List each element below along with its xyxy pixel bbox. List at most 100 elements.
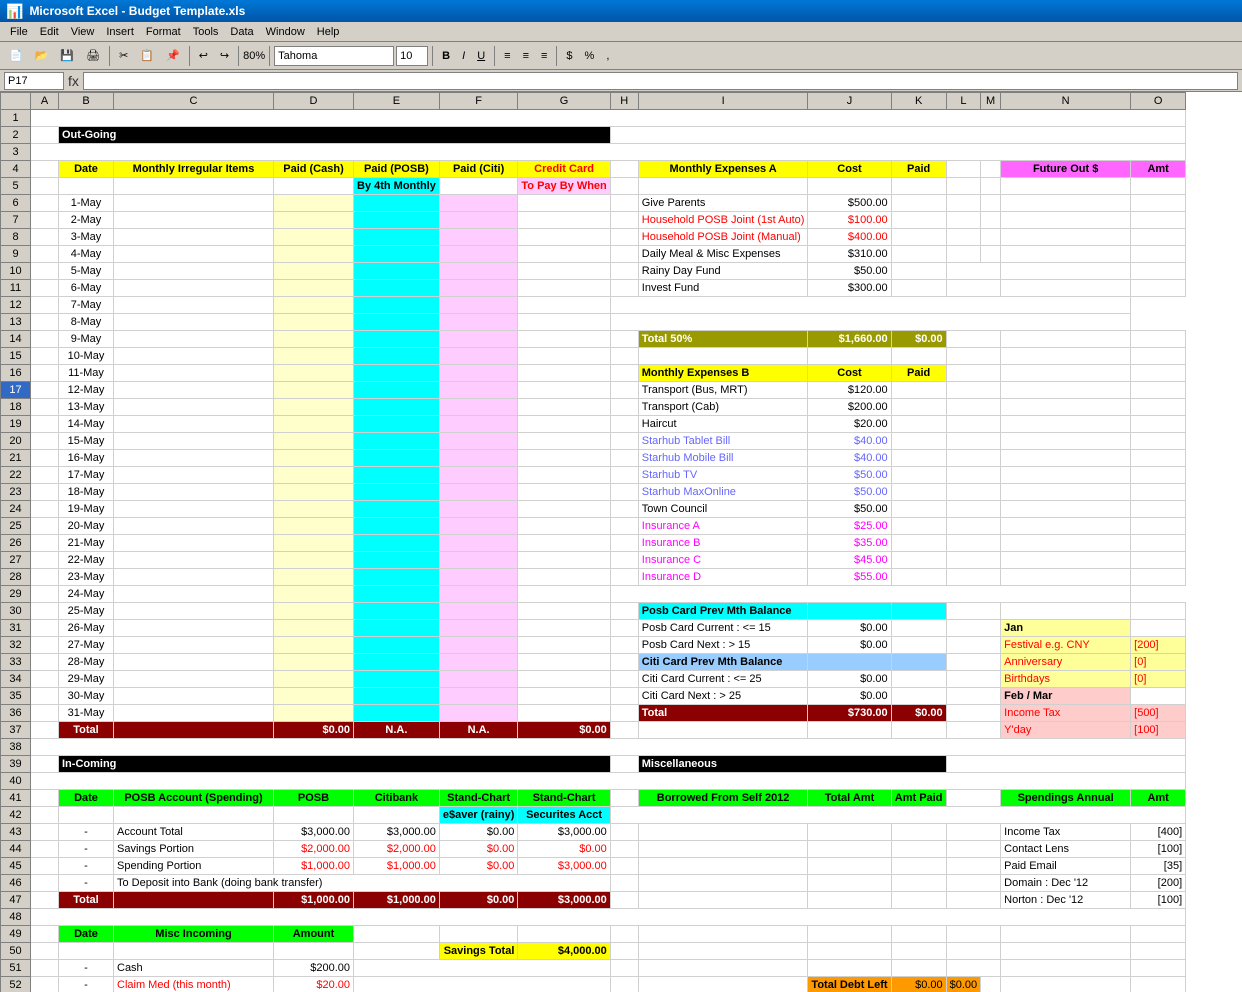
r37f[interactable]: N.A. [439,722,518,739]
r47k[interactable] [891,892,946,909]
r29-date[interactable]: 24-May [59,586,114,603]
r37h[interactable] [610,722,638,739]
r32c[interactable] [114,637,274,654]
r8a[interactable] [31,229,59,246]
r16c[interactable] [114,365,274,382]
r28c[interactable] [114,569,274,586]
r28k[interactable] [891,569,946,586]
r10a[interactable] [31,263,59,280]
r25o[interactable] [1131,518,1186,535]
r41-stand-chart1[interactable]: Stand-Chart [439,790,518,807]
r51-dash[interactable]: - [59,960,114,977]
r31d[interactable] [274,620,354,637]
r46n-domain[interactable]: Domain : Dec '12 [1001,875,1131,892]
r34e[interactable] [354,671,440,688]
r28h[interactable] [610,569,638,586]
r49h[interactable] [610,926,638,943]
r45n-paid-email[interactable]: Paid Email [1001,858,1131,875]
r46j[interactable] [808,875,891,892]
r15d[interactable] [274,348,354,365]
r47g[interactable]: $3,000.00 [518,892,610,909]
r26c[interactable] [114,535,274,552]
rh-14[interactable]: 14 [1,331,31,348]
r11a[interactable] [31,280,59,297]
r19a[interactable] [31,416,59,433]
r6o[interactable] [1131,195,1186,212]
r9d[interactable] [274,246,354,263]
r52h[interactable] [610,977,638,992]
r51k[interactable] [891,960,946,977]
r17d[interactable] [274,382,354,399]
r45-dash[interactable]: - [59,858,114,875]
r25h[interactable] [610,518,638,535]
r49n[interactable] [1001,926,1131,943]
r18i-transport-cab[interactable]: Transport (Cab) [638,399,808,416]
r14c[interactable] [114,331,274,348]
r6i-give-parents[interactable]: Give Parents [638,195,808,212]
r11k[interactable] [891,280,946,297]
r18f[interactable] [439,399,518,416]
r21j[interactable]: $40.00 [808,450,891,467]
r51n[interactable] [1001,960,1131,977]
r52i[interactable] [638,977,808,992]
r45lm[interactable] [946,858,1001,875]
r34-date[interactable]: 29-May [59,671,114,688]
r52efg[interactable] [354,977,611,992]
rh-2[interactable]: 2 [1,127,31,144]
r36o[interactable]: [500] [1131,705,1186,722]
r8l[interactable] [946,229,981,246]
r27o[interactable] [1131,552,1186,569]
rh-32[interactable]: 32 [1,637,31,654]
r19k[interactable] [891,416,946,433]
r19g[interactable] [518,416,610,433]
r36j[interactable]: $730.00 [808,705,891,722]
r29d[interactable] [274,586,354,603]
r36f[interactable] [439,705,518,722]
rh-23[interactable]: 23 [1,484,31,501]
r5c[interactable] [114,178,274,195]
paste-btn[interactable]: 📌 [161,45,185,67]
r25n[interactable] [1001,518,1131,535]
r7j[interactable]: $100.00 [808,212,891,229]
r40[interactable] [31,773,1186,790]
r10n[interactable] [1001,263,1131,280]
r18n[interactable] [1001,399,1131,416]
r45o[interactable]: [35] [1131,858,1186,875]
r10g[interactable] [518,263,610,280]
r45h[interactable] [610,858,638,875]
r45k[interactable] [891,858,946,875]
r2-outgoing[interactable]: Out-Going [59,127,611,144]
r9c[interactable] [114,246,274,263]
r41-borrowed[interactable]: Borrowed From Self 2012 [638,790,808,807]
rh-7[interactable]: 7 [1,212,31,229]
r7i-posb-joint-auto[interactable]: Household POSB Joint (1st Auto) [638,212,808,229]
align-right-btn[interactable]: ≡ [536,45,552,67]
r8d[interactable] [274,229,354,246]
r15f[interactable] [439,348,518,365]
r43d[interactable]: $3,000.00 [274,824,354,841]
r19h[interactable] [610,416,638,433]
r9m[interactable] [981,246,1001,263]
rh-13[interactable]: 13 [1,314,31,331]
r41-amt2[interactable]: Amt [1131,790,1186,807]
r30j[interactable] [808,603,891,620]
r8k[interactable] [891,229,946,246]
r35h[interactable] [610,688,638,705]
r47f[interactable]: $0.00 [439,892,518,909]
r19i-haircut[interactable]: Haircut [638,416,808,433]
r35a[interactable] [31,688,59,705]
col-corner[interactable] [1,93,31,110]
r47a[interactable] [31,892,59,909]
r20o[interactable] [1131,433,1186,450]
r36n-income-tax[interactable]: Income Tax [1001,705,1131,722]
r16lm[interactable] [946,365,1001,382]
r45a[interactable] [31,858,59,875]
r11e[interactable] [354,280,440,297]
r51j[interactable] [808,960,891,977]
r5l[interactable] [946,178,981,195]
r31f[interactable] [439,620,518,637]
r52k[interactable]: $0.00 [891,977,946,992]
r22n[interactable] [1001,467,1131,484]
comma-btn[interactable]: , [601,45,614,67]
r23c[interactable] [114,484,274,501]
